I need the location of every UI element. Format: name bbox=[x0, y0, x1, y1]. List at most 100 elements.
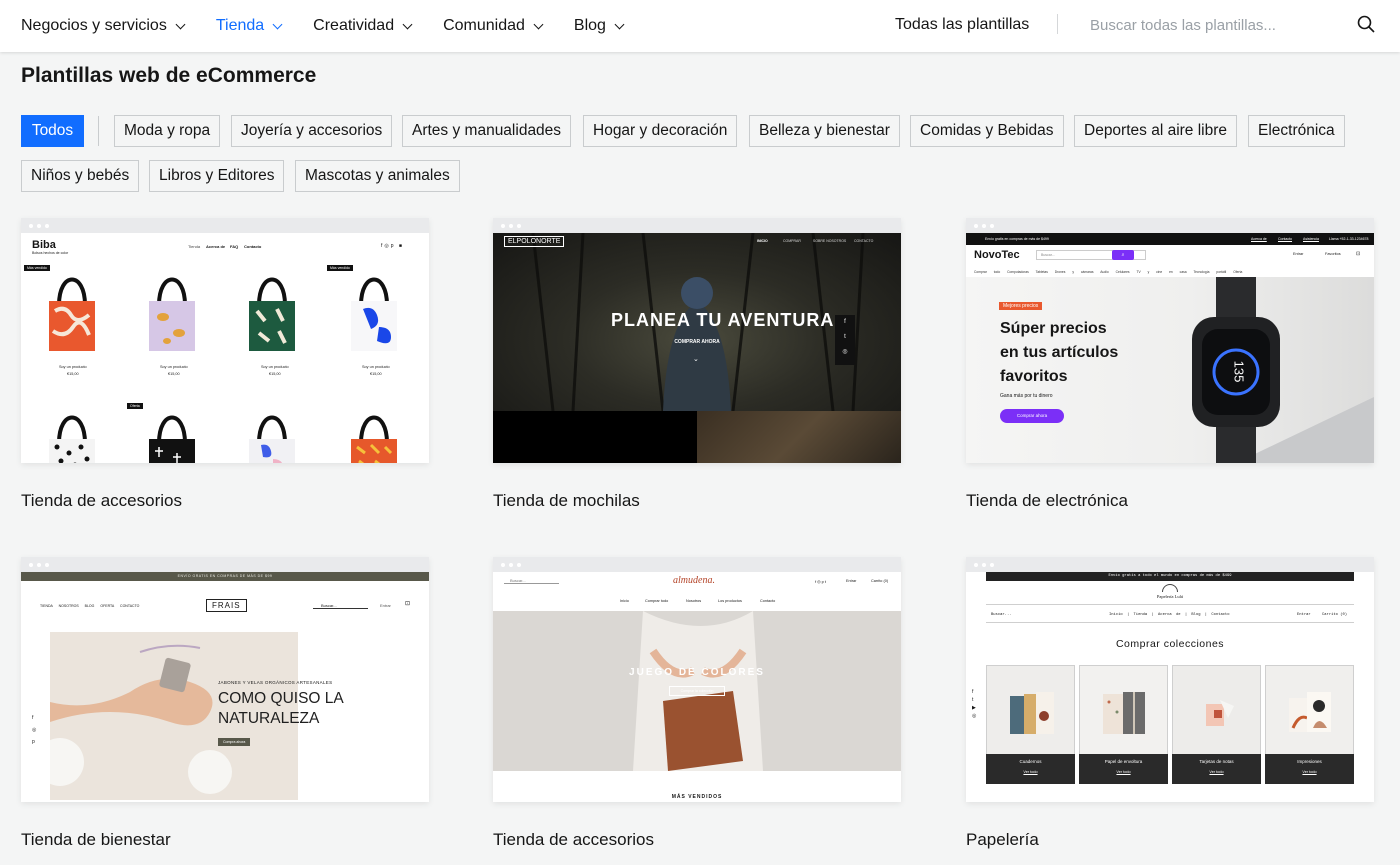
template-thumbnail[interactable]: Envío gratis a todo el mundo en compras … bbox=[966, 557, 1374, 802]
smartwatch-image bbox=[1192, 277, 1374, 463]
filter-chip-belleza[interactable]: Belleza y bienestar bbox=[749, 115, 900, 147]
all-templates-link[interactable]: Todas las plantillas bbox=[895, 16, 1029, 34]
template-thumbnail[interactable]: Biba Bolsos hechos de color Tienda Acerc… bbox=[21, 218, 429, 463]
preview-badge: Más vendido bbox=[327, 265, 353, 271]
chevron-down-icon bbox=[272, 19, 283, 29]
nav-item-comunidad[interactable]: Comunidad bbox=[443, 17, 544, 35]
preview-menu-item: Acerca de bbox=[1158, 613, 1181, 617]
social-icons: f t ▶ ◎ bbox=[972, 689, 977, 719]
product-image bbox=[49, 277, 95, 351]
template-card[interactable]: ELPOLONORTE INICIO COMPRAR SOBRE NOSOTRO… bbox=[493, 218, 901, 511]
preview-divider bbox=[986, 604, 1354, 605]
preview-menu-item: Nosotros bbox=[686, 599, 702, 603]
filter-chip-mascotas[interactable]: Mascotas y animales bbox=[295, 160, 460, 192]
hero-cta: COMPRAR AHORA bbox=[674, 339, 720, 345]
search-input[interactable] bbox=[1090, 13, 1350, 37]
filter-chip-electronica[interactable]: Electrónica bbox=[1248, 115, 1345, 147]
category-menu: Negocios y servicios Tienda Creatividad … bbox=[21, 0, 655, 52]
preview-top-link: Llama +52-1-33-1234678 bbox=[1329, 237, 1369, 241]
filter-chip-libros[interactable]: Libros y Editores bbox=[149, 160, 285, 192]
product-image bbox=[149, 415, 195, 463]
template-card[interactable]: Envío gratis en compras de más de $499 A… bbox=[966, 218, 1374, 511]
browser-bar bbox=[21, 557, 429, 572]
template-thumbnail[interactable]: Buscar... almudena. f◎pt Entrar Carrito … bbox=[493, 557, 901, 802]
product-image bbox=[351, 415, 397, 463]
preview-login: Entrar bbox=[1297, 613, 1311, 617]
preview-menu-item: CONTACTO bbox=[854, 239, 874, 243]
search-icon[interactable] bbox=[1357, 15, 1375, 33]
template-name[interactable]: Tienda de bienestar bbox=[21, 830, 429, 850]
filter-chip-joyeria[interactable]: Joyería y accesorios bbox=[231, 115, 393, 147]
product-image bbox=[249, 415, 295, 463]
collection-name: Papel de envoltura bbox=[1104, 759, 1143, 764]
hero-kicker: JABONES Y VELAS ORGÁNICOS ARTESANALES bbox=[218, 680, 333, 685]
filter-chip-artes[interactable]: Artes y manualidades bbox=[402, 115, 572, 147]
hero-cta: Comprar la colección bbox=[669, 686, 725, 696]
page-title: Plantillas web de eCommerce bbox=[21, 64, 317, 87]
product-price: €15,00 bbox=[269, 372, 281, 376]
nav-item-negocios[interactable]: Negocios y servicios bbox=[21, 17, 186, 35]
preview-cart: Carrito (0) bbox=[1322, 613, 1348, 617]
preview-search: Buscar... bbox=[313, 603, 368, 609]
template-card[interactable]: ENVÍO GRATIS EN COMPRAS DE MÁS DE $99 TI… bbox=[21, 557, 429, 850]
template-name[interactable]: Papelería bbox=[966, 830, 1374, 850]
nav-item-blog[interactable]: Blog bbox=[574, 17, 625, 35]
filter-chip-moda[interactable]: Moda y ropa bbox=[114, 115, 221, 147]
product-image bbox=[249, 277, 295, 351]
chevron-down-icon bbox=[175, 19, 186, 29]
filter-divider bbox=[98, 116, 99, 146]
template-name[interactable]: Tienda de accesorios bbox=[21, 491, 429, 511]
see-all-link: Ver todo bbox=[1302, 770, 1317, 774]
cart-icon: ⊡ bbox=[1356, 251, 1361, 257]
filter-chip-todos[interactable]: Todos bbox=[21, 115, 84, 147]
template-thumbnail[interactable]: ELPOLONORTE INICIO COMPRAR SOBRE NOSOTRO… bbox=[493, 218, 901, 463]
preview-menu-item: Contacto bbox=[1211, 613, 1230, 617]
nav-divider bbox=[1057, 14, 1058, 34]
chevron-down-icon bbox=[614, 19, 625, 29]
template-name[interactable]: Tienda de electrónica bbox=[966, 491, 1374, 511]
preview-menu-item: FAQ bbox=[230, 244, 239, 249]
preview-menu-item: INICIO bbox=[757, 239, 768, 243]
hero-line: COMO QUISO LA bbox=[218, 690, 344, 707]
promo-text: ENVÍO GRATIS EN COMPRAS DE MÁS DE $99 bbox=[177, 574, 273, 578]
template-thumbnail[interactable]: ENVÍO GRATIS EN COMPRAS DE MÁS DE $99 TI… bbox=[21, 557, 429, 802]
watch-reading: 135 bbox=[1231, 360, 1247, 383]
preview-menu-item: Inicio bbox=[620, 599, 629, 603]
preview-menu-item: CONTACTO bbox=[120, 604, 140, 608]
browser-bar bbox=[966, 218, 1374, 233]
template-thumbnail[interactable]: Envío gratis en compras de más de $499 A… bbox=[966, 218, 1374, 463]
filter-chip-comidas[interactable]: Comidas y Bebidas bbox=[910, 115, 1064, 147]
template-card[interactable]: Envío gratis a todo el mundo en compras … bbox=[966, 557, 1374, 850]
section-heading: MÁS VENDIDOS bbox=[671, 794, 723, 800]
preview-menu-item: Computadoras bbox=[1007, 270, 1029, 274]
template-name[interactable]: Tienda de mochilas bbox=[493, 491, 901, 511]
preview-search: Buscar... bbox=[991, 613, 1012, 617]
filter-chip-hogar[interactable]: Hogar y decoración bbox=[583, 115, 738, 147]
preview-menu-item: Oferta bbox=[1233, 270, 1243, 274]
filter-chip-ninos[interactable]: Niños y bebés bbox=[21, 160, 140, 192]
preview-image bbox=[697, 411, 901, 463]
preview-search-button: ⌕ bbox=[1112, 250, 1134, 260]
collection-image bbox=[1206, 700, 1234, 726]
preview-tag: Mejores precios bbox=[999, 302, 1043, 310]
template-preview: ENVÍO GRATIS EN COMPRAS DE MÁS DE $99 TI… bbox=[21, 572, 429, 802]
hero-title: COMO QUISO LA NATURALEZA bbox=[218, 689, 344, 729]
promo-text: Envío gratis en compras de más de $499 bbox=[985, 237, 1049, 241]
collection-image bbox=[1103, 692, 1145, 734]
template-card[interactable]: Buscar... almudena. f◎pt Entrar Carrito … bbox=[493, 557, 901, 850]
promo-text: Envío gratis a todo el mundo en compras … bbox=[1108, 574, 1232, 578]
hero-title: Súper precios en tus artículos favoritos bbox=[1000, 317, 1118, 389]
template-name[interactable]: Tienda de accesorios bbox=[493, 830, 901, 850]
preview-login: Entrar bbox=[380, 603, 391, 608]
nav-item-label: Creatividad bbox=[313, 17, 395, 34]
hero-cta: Compra ahora bbox=[218, 738, 251, 746]
preview-badge: Más vendido bbox=[24, 265, 50, 271]
nav-item-tienda[interactable]: Tienda bbox=[216, 17, 283, 35]
hero-line: favoritos bbox=[1000, 368, 1068, 385]
nav-item-creatividad[interactable]: Creatividad bbox=[313, 17, 413, 35]
product-name: Soy un producto bbox=[59, 365, 87, 369]
preview-menu-item: SOBRE NOSOTROS bbox=[813, 239, 847, 243]
preview-menu: Comprar todo Computadoras Tabletas Drone… bbox=[974, 270, 1242, 274]
template-card[interactable]: Biba Bolsos hechos de color Tienda Acerc… bbox=[21, 218, 429, 511]
filter-chip-deportes[interactable]: Deportes al aire libre bbox=[1074, 115, 1238, 147]
